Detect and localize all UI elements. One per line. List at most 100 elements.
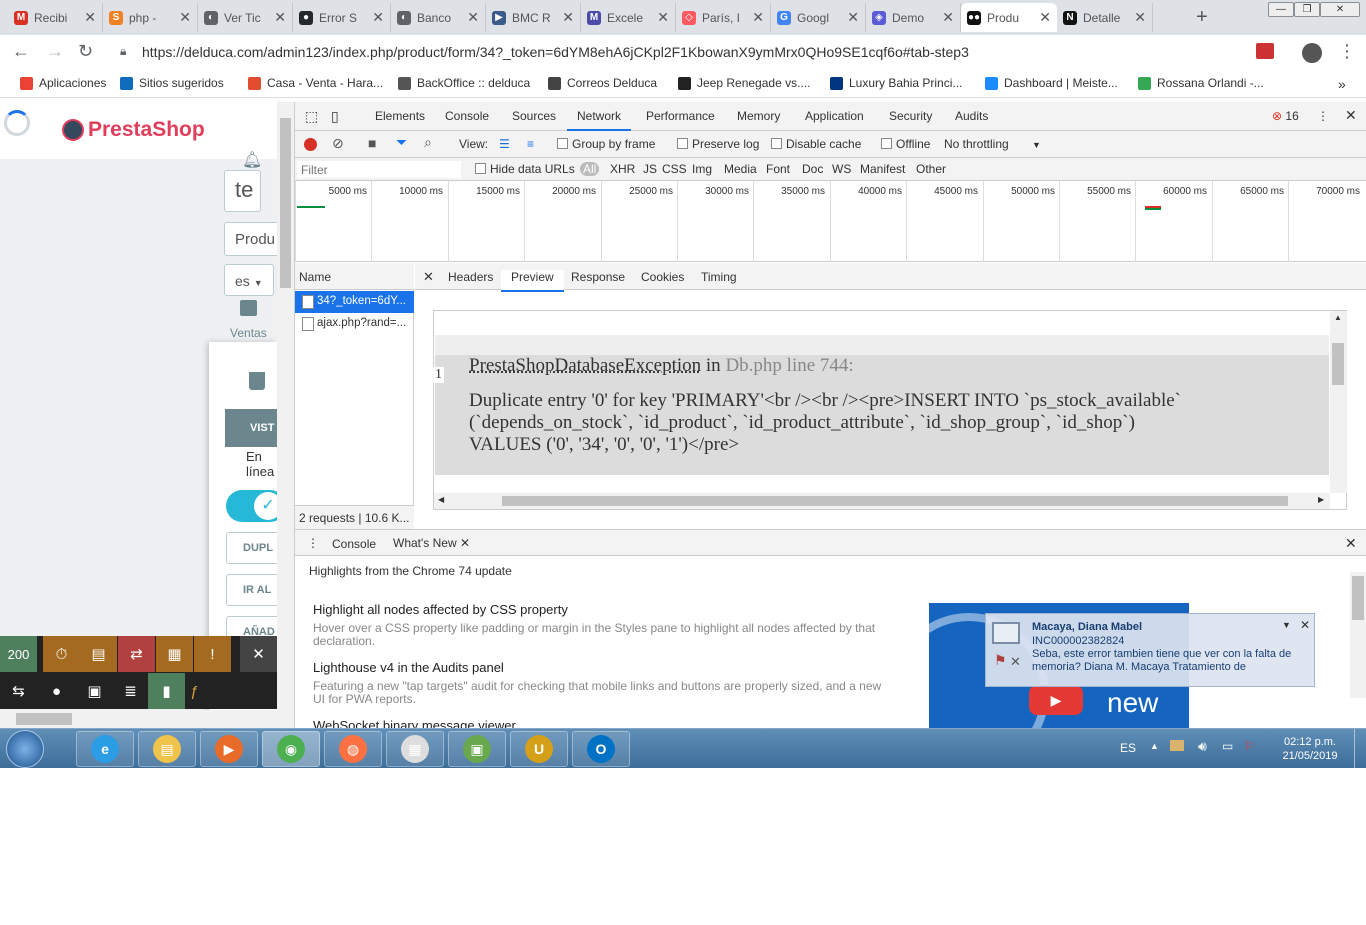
sales-chart-icon[interactable] <box>240 300 257 316</box>
disable-cache-checkbox[interactable]: Disable cache <box>771 137 861 151</box>
drawer-scrollbar[interactable] <box>1350 572 1366 698</box>
volume-icon[interactable]: 🔊︎ <box>1198 738 1207 755</box>
drawer-tab-console[interactable]: Console <box>332 537 376 551</box>
scroll-up-icon[interactable]: ▲ <box>1334 313 1342 322</box>
browser-tab[interactable]: G Googl ✕ <box>771 3 866 32</box>
type-filter-font[interactable]: Font <box>766 162 790 176</box>
type-filter-all[interactable]: All <box>580 162 600 176</box>
scroll-thumb[interactable] <box>16 713 72 725</box>
network-icon[interactable]: ▭ <box>1222 739 1233 753</box>
database-icon[interactable]: ≣ <box>112 673 149 709</box>
browser-tab[interactable]: ◇ París, I ✕ <box>676 3 771 32</box>
taskbar-app-button[interactable]: e <box>76 731 134 767</box>
checkbox[interactable] <box>475 163 486 174</box>
detail-tab-headers[interactable]: Headers <box>448 270 493 284</box>
feature-title[interactable]: WebSocket binary message viewer <box>313 718 516 728</box>
devtools-menu-icon[interactable]: ⋮ <box>1317 109 1329 123</box>
maximize-button[interactable]: ❐ <box>1294 2 1320 17</box>
forward-icon[interactable]: → <box>46 41 64 62</box>
preview-vertical-scrollbar[interactable]: ▲ <box>1330 311 1347 493</box>
type-filter-ws[interactable]: WS <box>832 162 851 176</box>
search-field[interactable]: te <box>224 170 261 212</box>
close-tab-icon[interactable]: ✕ <box>460 536 470 550</box>
browser-tab[interactable]: M Recibi ✕ <box>8 3 103 32</box>
show-desktop-button[interactable] <box>1354 729 1366 769</box>
language-select[interactable]: es ▼ <box>224 264 274 296</box>
taskbar-app-button[interactable]: ◍ <box>324 731 382 767</box>
close-detail-icon[interactable]: ✕ <box>423 269 434 285</box>
type-filter-manifest[interactable]: Manifest <box>860 162 905 176</box>
trash-icon[interactable] <box>249 372 265 390</box>
browser-tab[interactable]: ◈ Demo ✕ <box>866 3 961 32</box>
timer-icon[interactable]: ⏱ <box>43 636 80 672</box>
more-bookmarks-icon[interactable]: » <box>1338 76 1346 92</box>
bookmark-item[interactable]: Luxury Bahia Princi... <box>830 76 962 90</box>
preview-horizontal-scrollbar[interactable]: ◀ ▶ <box>434 493 1330 509</box>
bookmark-item[interactable]: Aplicaciones <box>20 76 106 90</box>
close-tab-icon[interactable]: ✕ <box>372 9 384 26</box>
system-clock[interactable]: 02:12 p.m. 21/05/2019 <box>1270 735 1350 763</box>
scroll-right-icon[interactable]: ▶ <box>1318 495 1324 504</box>
clear-icon[interactable]: ⊘ <box>332 135 344 152</box>
close-tab-icon[interactable]: ✕ <box>179 9 191 26</box>
devtools-tab-security[interactable]: Security <box>889 109 932 123</box>
browser-tab[interactable]: ▶ BMC R ✕ <box>486 3 581 32</box>
filter-funnel-icon[interactable]: ⏷ <box>396 134 407 151</box>
logs-icon[interactable]: ⇄ <box>118 636 155 672</box>
feature-title[interactable]: Lighthouse v4 in the Audits panel <box>313 660 504 675</box>
input-language[interactable]: ES <box>1120 741 1136 755</box>
error-count-badge[interactable]: ⊗ 16 <box>1272 109 1299 123</box>
type-filter-js[interactable]: JS <box>643 162 657 176</box>
bookmark-item[interactable]: BackOffice :: delduca <box>398 76 530 90</box>
detail-tab-timing[interactable]: Timing <box>701 270 737 284</box>
scroll-thumb[interactable] <box>280 118 291 288</box>
close-devtools-icon[interactable]: ✕ <box>1345 107 1357 124</box>
close-window-button[interactable]: ✕ <box>1320 2 1360 17</box>
taskbar-app-button[interactable]: O <box>572 731 630 767</box>
detail-tab-preview[interactable]: Preview <box>501 270 564 292</box>
close-tab-icon[interactable]: ✕ <box>657 9 669 26</box>
scroll-thumb[interactable] <box>1352 576 1364 620</box>
bookmark-item[interactable]: Casa - Venta - Hara... <box>248 76 383 90</box>
user-icon[interactable]: ● <box>38 673 75 709</box>
pdf-extension-icon[interactable] <box>1256 43 1274 59</box>
address-bar[interactable]: 🔒︎ https://delduca.com/admin123/index.ph… <box>112 40 1248 64</box>
type-filter-css[interactable]: CSS <box>662 162 687 176</box>
devtools-tab-sources[interactable]: Sources <box>512 109 556 123</box>
back-icon[interactable]: ← <box>12 41 30 62</box>
youtube-play-icon[interactable]: ▶ <box>1029 685 1083 715</box>
translation-icon[interactable]: ⇆ <box>0 673 37 709</box>
browser-tab[interactable]: Sphp - ✕ <box>103 3 198 32</box>
profile-avatar-icon[interactable] <box>1302 43 1322 63</box>
notifications-bell-icon[interactable]: 🔔︎ <box>242 150 262 170</box>
scroll-left-icon[interactable]: ◀ <box>438 495 444 504</box>
type-filter-doc[interactable]: Doc <box>802 162 823 176</box>
devtools-tab-memory[interactable]: Memory <box>737 109 780 123</box>
type-filter-xhr[interactable]: XHR <box>610 162 635 176</box>
close-drawer-icon[interactable]: ✕ <box>1345 535 1357 552</box>
devtools-tab-console[interactable]: Console <box>445 109 489 123</box>
type-filter-media[interactable]: Media <box>724 162 757 176</box>
checkbox[interactable] <box>881 138 892 149</box>
devtools-tab-audits[interactable]: Audits <box>955 109 988 123</box>
options-chevron-icon[interactable]: ▼ <box>1282 620 1291 630</box>
type-filter-img[interactable]: Img <box>692 162 712 176</box>
delete-icon[interactable]: ✕ <box>1010 654 1021 670</box>
close-tab-icon[interactable]: ✕ <box>84 9 96 26</box>
close-toolbar-icon[interactable]: ✕ <box>240 636 277 672</box>
devtools-tab-elements[interactable]: Elements <box>375 109 425 123</box>
devtools-tab-performance[interactable]: Performance <box>646 109 715 123</box>
search-icon[interactable]: ⌕ <box>424 134 432 151</box>
large-rows-icon[interactable]: ☰ <box>499 137 510 151</box>
hide-data-urls-checkbox[interactable]: Hide data URLs <box>475 162 575 176</box>
close-notification-icon[interactable]: ✕ <box>1300 618 1310 632</box>
page-vertical-scrollbar[interactable] <box>277 102 294 728</box>
taskbar-app-button[interactable]: ▶ <box>200 731 258 767</box>
scroll-thumb[interactable] <box>502 496 1288 506</box>
preserve-log-checkbox[interactable]: Preserve log <box>677 137 759 151</box>
reload-icon[interactable]: ↻ <box>78 41 93 62</box>
clipboard-icon[interactable]: ▦ <box>156 636 193 672</box>
device-toolbar-icon[interactable]: ▯ <box>331 108 339 125</box>
taskbar-app-button[interactable]: ▣ <box>448 731 506 767</box>
memory-icon[interactable]: ▤ <box>80 636 117 672</box>
